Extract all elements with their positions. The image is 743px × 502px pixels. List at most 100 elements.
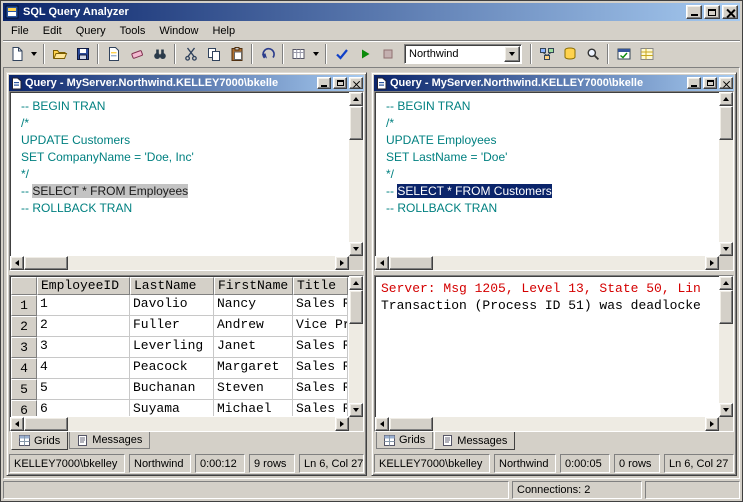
- grid-vertical-scrollbar[interactable]: [349, 276, 363, 417]
- database-combo-dropdown[interactable]: [504, 46, 520, 62]
- cell[interactable]: Nancy: [214, 295, 293, 316]
- save-button[interactable]: [71, 43, 94, 65]
- scroll-right-button[interactable]: [705, 417, 719, 431]
- cell[interactable]: Vice Pr: [293, 316, 348, 337]
- connection-properties-button[interactable]: [612, 43, 635, 65]
- scroll-up-button[interactable]: [349, 92, 363, 106]
- scroll-up-button[interactable]: [719, 92, 733, 106]
- messages-vertical-scrollbar[interactable]: [719, 276, 733, 417]
- cell[interactable]: Janet: [214, 337, 293, 358]
- scroll-thumb[interactable]: [389, 417, 433, 431]
- execute-mode-button[interactable]: [287, 43, 310, 65]
- scroll-left-button[interactable]: [10, 417, 24, 431]
- row-number[interactable]: 2: [11, 316, 37, 337]
- sql-editor[interactable]: -- BEGIN TRAN /* UPDATE Employees SET La…: [374, 91, 734, 271]
- column-header-lastname[interactable]: LastName: [130, 277, 214, 295]
- scroll-down-button[interactable]: [719, 242, 733, 256]
- cell[interactable]: Michael: [214, 400, 293, 416]
- cell[interactable]: Leverling: [130, 337, 214, 358]
- cell[interactable]: Fuller: [130, 316, 214, 337]
- cell[interactable]: Andrew: [214, 316, 293, 337]
- scroll-left-button[interactable]: [375, 256, 389, 270]
- app-titlebar[interactable]: SQL Query Analyzer: [3, 3, 740, 21]
- row-number[interactable]: 3: [11, 337, 37, 358]
- row-number[interactable]: 6: [11, 400, 37, 416]
- child-close-button[interactable]: [719, 77, 733, 89]
- table-row[interactable]: 2 2 Fuller Andrew Vice Pr: [11, 316, 348, 337]
- scroll-thumb[interactable]: [24, 417, 68, 431]
- show-results-pane-button[interactable]: [635, 43, 658, 65]
- child-minimize-button[interactable]: [317, 77, 331, 89]
- undo-button[interactable]: [256, 43, 279, 65]
- menu-item-edit[interactable]: Edit: [36, 23, 69, 39]
- cell[interactable]: Suyama: [130, 400, 214, 416]
- menu-item-query[interactable]: Query: [69, 23, 113, 39]
- copy-button[interactable]: [202, 43, 225, 65]
- cell[interactable]: 5: [37, 379, 130, 400]
- menu-item-file[interactable]: File: [4, 23, 36, 39]
- display-plan-button[interactable]: [535, 43, 558, 65]
- close-button[interactable]: [722, 5, 738, 19]
- results-grid[interactable]: EmployeeID LastName FirstName Title 1 1 …: [11, 277, 348, 416]
- row-number[interactable]: 4: [11, 358, 37, 379]
- open-file-button[interactable]: [48, 43, 71, 65]
- table-row[interactable]: 6 6 Suyama Michael Sales R: [11, 400, 348, 416]
- table-row[interactable]: 1 1 Davolio Nancy Sales R: [11, 295, 348, 316]
- scroll-left-button[interactable]: [375, 417, 389, 431]
- row-number[interactable]: 5: [11, 379, 37, 400]
- maximize-button[interactable]: [704, 5, 720, 19]
- query-window-left-titlebar[interactable]: Query - MyServer.Northwind.KELLEY7000\bk…: [9, 75, 364, 91]
- tab-messages[interactable]: Messages: [434, 431, 516, 450]
- cell[interactable]: 1: [37, 295, 130, 316]
- insert-template-button[interactable]: [102, 43, 125, 65]
- cell[interactable]: 2: [37, 316, 130, 337]
- scroll-thumb[interactable]: [389, 256, 433, 270]
- cell[interactable]: Sales R: [293, 358, 348, 379]
- sql-editor[interactable]: -- BEGIN TRAN /* UPDATE Customers SET Co…: [9, 91, 364, 271]
- cell[interactable]: 3: [37, 337, 130, 358]
- tab-grids[interactable]: Grids: [11, 431, 69, 450]
- scroll-thumb[interactable]: [349, 290, 363, 324]
- messages-horizontal-scrollbar[interactable]: [375, 417, 719, 431]
- cell[interactable]: Sales R: [293, 337, 348, 358]
- tab-messages[interactable]: Messages: [69, 432, 151, 449]
- menu-item-help[interactable]: Help: [205, 23, 242, 39]
- parse-query-button[interactable]: [330, 43, 353, 65]
- scroll-down-button[interactable]: [719, 403, 733, 417]
- child-close-button[interactable]: [349, 77, 363, 89]
- template-dropdown-button[interactable]: [28, 43, 40, 65]
- cell[interactable]: Sales R: [293, 379, 348, 400]
- column-header-firstname[interactable]: FirstName: [214, 277, 293, 295]
- scroll-up-button[interactable]: [719, 276, 733, 290]
- cell[interactable]: Buchanan: [130, 379, 214, 400]
- scroll-down-button[interactable]: [349, 242, 363, 256]
- object-search-button[interactable]: [581, 43, 604, 65]
- new-query-button[interactable]: [5, 43, 28, 65]
- execute-query-button[interactable]: [353, 43, 376, 65]
- database-combo[interactable]: Northwind: [404, 44, 522, 64]
- query-window-right-titlebar[interactable]: Query - MyServer.Northwind.KELLEY7000\bk…: [374, 75, 734, 91]
- cell[interactable]: Margaret: [214, 358, 293, 379]
- execute-mode-dropdown[interactable]: [310, 43, 322, 65]
- child-maximize-button[interactable]: [333, 77, 347, 89]
- scroll-right-button[interactable]: [335, 256, 349, 270]
- select-all-cell[interactable]: [11, 277, 37, 295]
- cell[interactable]: 4: [37, 358, 130, 379]
- object-browser-button[interactable]: [558, 43, 581, 65]
- cell[interactable]: Davolio: [130, 295, 214, 316]
- clear-window-button[interactable]: [125, 43, 148, 65]
- scroll-right-button[interactable]: [705, 256, 719, 270]
- scroll-up-button[interactable]: [349, 276, 363, 290]
- grid-horizontal-scrollbar[interactable]: [10, 417, 349, 431]
- scroll-down-button[interactable]: [349, 403, 363, 417]
- cell[interactable]: Sales R: [293, 295, 348, 316]
- cell[interactable]: Peacock: [130, 358, 214, 379]
- tab-grids[interactable]: Grids: [376, 432, 434, 449]
- editor-horizontal-scrollbar[interactable]: [375, 256, 719, 270]
- editor-vertical-scrollbar[interactable]: [349, 92, 363, 256]
- scroll-thumb[interactable]: [24, 256, 68, 270]
- scroll-left-button[interactable]: [10, 256, 24, 270]
- find-button[interactable]: [148, 43, 171, 65]
- cancel-query-button[interactable]: [376, 43, 399, 65]
- scroll-thumb[interactable]: [719, 290, 733, 324]
